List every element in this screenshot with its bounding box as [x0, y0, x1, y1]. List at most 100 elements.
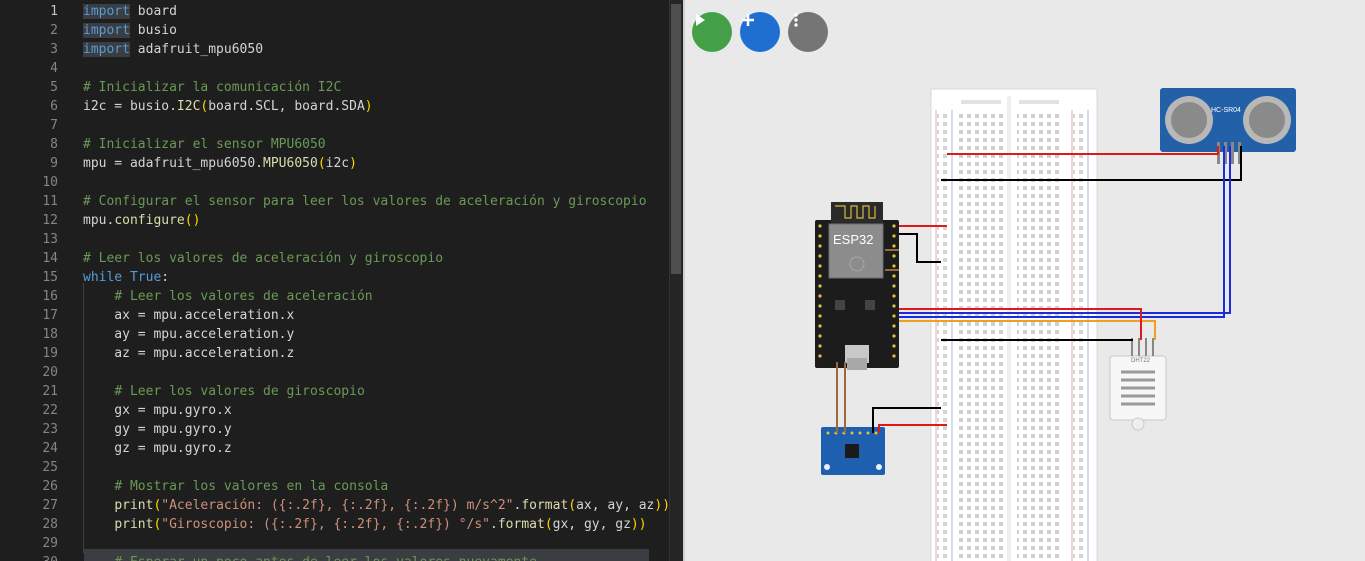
- line-number: 8: [50, 137, 58, 152]
- code-token: gx = mpu.gyro.x: [83, 403, 232, 418]
- code-line[interactable]: gy = mpu.gyro.y: [83, 420, 232, 439]
- line-number: 24: [42, 441, 58, 456]
- code-token: MPU6050: [263, 156, 318, 171]
- code-token: ): [349, 156, 357, 171]
- code-line[interactable]: ax = mpu.acceleration.x: [83, 306, 294, 325]
- line-number: 13: [42, 232, 58, 247]
- line-number: 26: [42, 479, 58, 494]
- code-token: format: [521, 498, 569, 513]
- line-number: 19: [42, 346, 58, 361]
- simulation-canvas[interactable]: ESP32 HC-SR04 DHT22: [685, 0, 1365, 561]
- line-number: 4: [50, 61, 58, 76]
- dht22-sensor[interactable]: DHT22: [1109, 338, 1167, 431]
- code-line[interactable]: # Configurar el sensor para leer los val…: [83, 192, 647, 211]
- code-token: import: [83, 23, 130, 38]
- code-token: # Leer los valores de giroscopio: [114, 384, 365, 399]
- line-number: 7: [50, 118, 58, 133]
- code-token: configure: [114, 213, 185, 228]
- code-editor[interactable]: 1 2 3 4 5 6 7 8 9 10 11 12 13 14 15 16 17 18 19 20 21 22 23 24 2…: [0, 0, 683, 561]
- code-area[interactable]: import board import busio import adafruit_…: [83, 0, 670, 561]
- line-number: 5: [50, 80, 58, 95]
- code-token: format: [497, 517, 545, 532]
- code-token: i2c: [325, 156, 350, 171]
- code-token: gx, gy, gz: [552, 517, 631, 532]
- code-token: ax = mpu.acceleration.x: [83, 308, 295, 323]
- line-number: 30: [18, 553, 58, 561]
- code-line[interactable]: # Leer los valores de aceleración: [83, 287, 373, 306]
- code-line[interactable]: # Esperar un poco antes de leer los valo…: [83, 553, 537, 561]
- code-token: gz = mpu.gyro.z: [83, 441, 232, 456]
- code-line[interactable]: gx = mpu.gyro.x: [83, 401, 232, 420]
- code-line[interactable]: import board: [83, 2, 177, 21]
- code-line[interactable]: import adafruit_mpu6050: [83, 40, 263, 59]
- code-line[interactable]: print ("Aceleración: ({:.2f}, {:.2f}, {:.…: [83, 496, 670, 515]
- code-line[interactable]: az = mpu.acceleration.z: [83, 344, 294, 363]
- code-line[interactable]: mpu = adafruit_mpu6050.MPU6050(i2c): [83, 154, 357, 173]
- kebab-menu-icon: [794, 13, 798, 27]
- code-token: True: [129, 270, 162, 285]
- code-line[interactable]: # Leer los valores de giroscopio: [83, 382, 365, 401]
- code-token: )): [654, 498, 671, 513]
- code-token: # Mostrar los valores en la consola: [114, 479, 389, 494]
- line-number: 10: [42, 175, 58, 190]
- code-token: (: [568, 498, 577, 513]
- code-line[interactable]: # Inicializar la comunicación I2C: [83, 78, 341, 97]
- line-number: 29: [42, 536, 58, 551]
- hc-sr04-sensor[interactable]: HC-SR04: [1160, 88, 1296, 164]
- line-number: 1: [50, 4, 58, 19]
- more-options-button[interactable]: [788, 12, 828, 52]
- line-number: 11: [42, 194, 58, 209]
- code-line[interactable]: # Inicializar el sensor MPU6050: [83, 135, 326, 154]
- line-number: 21: [42, 384, 58, 399]
- code-token: print: [114, 517, 154, 532]
- esp32-board[interactable]: ESP32: [815, 202, 899, 370]
- editor-scrollbar-thumb[interactable]: [671, 4, 681, 274]
- run-simulation-button[interactable]: [692, 12, 732, 52]
- code-line[interactable]: # Mostrar los valores en la consola: [83, 477, 388, 496]
- code-token: "Aceleración: ({:.2f}, {:.2f}, {:.2f}) m…: [161, 498, 514, 513]
- code-token: import: [83, 4, 130, 19]
- code-token: ): [364, 99, 373, 114]
- code-token: ay = mpu.acceleration.y: [83, 327, 295, 342]
- code-token: # Leer los valores de aceleración y giro…: [83, 251, 444, 266]
- code-token: ax, ay, az: [576, 498, 655, 513]
- line-number-gutter: 1 2 3 4 5 6 7 8 9 10 11 12 13 14 15 16 17 18 19 20 21 22 23 24 2…: [0, 0, 68, 561]
- line-number: 16: [42, 289, 58, 304]
- line-number: 18: [42, 327, 58, 342]
- code-token: import: [83, 42, 130, 57]
- code-token: # Leer los valores de aceleración: [114, 289, 373, 304]
- line-number: 3: [50, 42, 58, 57]
- code-line[interactable]: ay = mpu.acceleration.y: [83, 325, 294, 344]
- code-token: while: [83, 270, 123, 285]
- line-number: 25: [42, 460, 58, 475]
- add-part-button[interactable]: [740, 12, 780, 52]
- line-number: 22: [42, 403, 58, 418]
- play-icon: [696, 14, 705, 26]
- code-token: mpu.: [83, 213, 115, 228]
- code-line[interactable]: # Leer los valores de aceleración y giro…: [83, 249, 443, 268]
- circuit-diagram: ESP32 HC-SR04 DHT22: [815, 88, 1296, 561]
- code-line[interactable]: gz = mpu.gyro.z: [83, 439, 232, 458]
- code-line[interactable]: while True:: [83, 268, 169, 287]
- code-line[interactable]: import busio: [83, 21, 177, 40]
- code-token: (: [317, 156, 326, 171]
- code-token: i2c = busio.: [83, 99, 177, 114]
- code-token: # Configurar el sensor para leer los val…: [83, 194, 647, 209]
- code-line[interactable]: i2c = busio.I2C(board.SCL, board.SDA): [83, 97, 373, 116]
- code-token: board: [129, 4, 177, 19]
- dht22-label: DHT22: [1131, 358, 1151, 364]
- line-number: 9: [50, 156, 58, 171]
- code-token: (: [544, 517, 553, 532]
- code-token: # Inicializar la comunicación I2C: [83, 80, 342, 95]
- code-token: gy = mpu.gyro.y: [83, 422, 232, 437]
- code-line[interactable]: mpu.configure(): [83, 211, 200, 230]
- line-number: 12: [42, 213, 58, 228]
- code-token: mpu = adafruit_mpu6050.: [83, 156, 264, 171]
- breadboard[interactable]: [930, 88, 1098, 561]
- mpu6050-board[interactable]: [821, 427, 885, 475]
- line-number: 28: [42, 517, 58, 532]
- code-line[interactable]: print ("Giroscopio: ({:.2f}, {:.2f}, {:.2…: [83, 515, 646, 534]
